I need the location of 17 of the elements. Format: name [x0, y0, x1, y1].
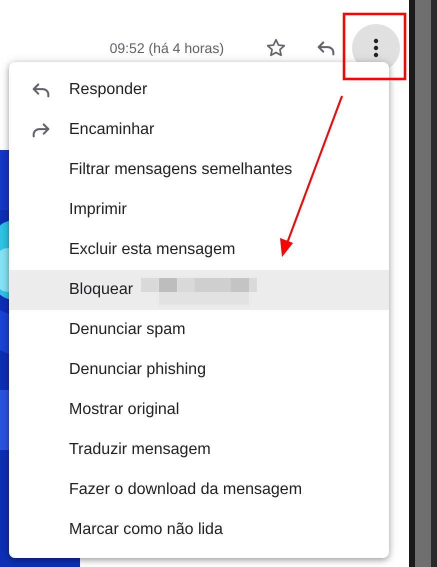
- menu-item[interactable]: Traduzir mensagem: [9, 430, 389, 470]
- menu-item[interactable]: Encaminhar: [9, 110, 389, 150]
- menu-item[interactable]: Responder: [9, 70, 389, 110]
- menu-item[interactable]: Excluir esta mensagem: [9, 230, 389, 270]
- menu-item[interactable]: Denunciar phishing: [9, 350, 389, 390]
- menu-item[interactable]: Bloquear: [9, 270, 389, 310]
- menu-item[interactable]: Filtrar mensagens semelhantes: [9, 150, 389, 190]
- menu-item[interactable]: Mostrar original: [9, 390, 389, 430]
- highlight-frame: [342, 12, 406, 80]
- more-vertical-icon: [373, 38, 379, 58]
- menu-item[interactable]: Imprimir: [9, 190, 389, 230]
- scrollbar[interactable]: [415, 0, 431, 567]
- timestamp: 09:52 (há 4 horas): [110, 39, 224, 58]
- menu-item[interactable]: Marcar como não lida: [9, 510, 389, 550]
- menu-item[interactable]: Fazer o download da mensagem: [9, 470, 389, 510]
- menu-item[interactable]: Denunciar spam: [9, 310, 389, 350]
- star-icon: [265, 37, 287, 59]
